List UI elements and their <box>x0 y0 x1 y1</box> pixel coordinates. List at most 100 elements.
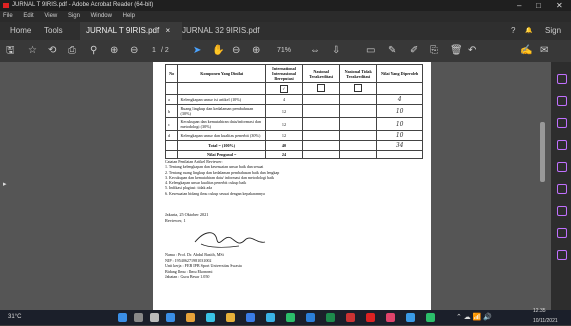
zoom-app-icon[interactable] <box>406 313 415 322</box>
table-row: b Ruang lingkup dan kedalaman pembahasan… <box>164 104 423 118</box>
zoom-out-icon[interactable]: ⊖ <box>232 40 240 62</box>
menu-window[interactable]: Window <box>91 13 112 19</box>
collapse-left-arrow-icon[interactable]: ▸ <box>3 180 7 188</box>
app-icon[interactable] <box>386 313 395 322</box>
email-icon[interactable]: ✉ <box>540 40 548 62</box>
document-viewport[interactable]: No Komponen Yang Dinilai International I… <box>0 62 551 310</box>
checkbox-row: ✓ <box>164 82 423 95</box>
table-header-row: No Komponen Yang Dinilai International I… <box>164 64 423 83</box>
comment-tool-icon[interactable] <box>557 140 567 150</box>
star-icon[interactable]: ☆ <box>28 40 37 62</box>
tab-tools[interactable]: Tools <box>38 22 69 40</box>
row-label: Kecukupan dan kemutahiran data/informasi… <box>177 117 266 131</box>
acrobat-taskbar-icon[interactable] <box>366 313 375 322</box>
mail-icon[interactable] <box>246 313 255 322</box>
whatsapp-icon[interactable] <box>286 313 295 322</box>
combine-files-icon[interactable] <box>557 162 567 172</box>
tab-document-label: JURNAL T 9IRIS.pdf <box>86 26 160 35</box>
row-label: Ruang lingkup dan kedalaman pembahasan (… <box>177 104 266 118</box>
signature-block: Jakarta, 25 Oktober 2021 Reviewer, 1 <box>165 212 365 254</box>
tab-document-active[interactable]: JURNAL T 9IRIS.pdf × <box>80 22 182 40</box>
minimize-button[interactable]: – <box>517 0 521 11</box>
comment-icon[interactable]: ▭ <box>366 40 375 62</box>
col-header-national-unaccredited: Nasional Tidak Terakreditasi <box>339 64 378 83</box>
system-tray-icons[interactable]: ⌃ ☁ 📶 🔊 <box>456 310 492 325</box>
draw-icon[interactable]: ✐ <box>410 40 418 62</box>
menu-file[interactable]: File <box>3 13 13 19</box>
share-icon[interactable]: ⟲ <box>48 40 56 62</box>
row-max: 12 <box>264 117 304 131</box>
row-score: 10 <box>376 130 423 141</box>
vertical-scrollbar[interactable] <box>540 122 545 182</box>
page-number-input[interactable]: 1 <box>152 40 156 62</box>
search-icon[interactable]: ⚲ <box>90 40 97 62</box>
right-tools-panel <box>551 62 571 310</box>
total-max: 40 <box>264 140 304 151</box>
fit-page-icon[interactable]: ⇔ <box>310 40 320 62</box>
delete-icon[interactable]: 🗑 <box>450 40 463 62</box>
zoom-level[interactable]: 71% <box>277 40 291 62</box>
create-pdf-icon[interactable] <box>557 118 567 128</box>
tab-home[interactable]: Home <box>4 22 37 40</box>
excel-icon[interactable] <box>326 313 335 322</box>
store-icon[interactable] <box>266 313 275 322</box>
scroll-mode-icon[interactable]: ⇩ <box>332 40 340 62</box>
table-row: d Kelengkapan unsur dan kualitas penerbi… <box>164 130 423 141</box>
menu-edit[interactable]: Edit <box>23 13 33 19</box>
powerpoint-icon[interactable] <box>346 313 355 322</box>
edit-pdf-icon[interactable] <box>557 96 567 106</box>
line-app-icon[interactable] <box>426 313 435 322</box>
undo-icon[interactable]: ↶ <box>468 40 476 62</box>
clock[interactable]: 12.35 10/11/2021 <box>533 306 558 326</box>
search-taskbar-icon[interactable] <box>134 313 143 322</box>
close-button[interactable]: ✕ <box>556 0 563 11</box>
file-explorer-icon[interactable] <box>226 313 235 322</box>
sign-in-button[interactable]: Sign In <box>539 22 571 53</box>
word-icon[interactable] <box>306 313 315 322</box>
widgets-icon[interactable] <box>166 313 175 322</box>
hand-tool-icon[interactable]: ✋ <box>212 40 224 62</box>
bell-icon[interactable]: 🔔 <box>519 22 538 40</box>
review-score-table: No Komponen Yang Dinilai International I… <box>164 64 423 159</box>
page-down-icon[interactable]: ⊖ <box>130 40 138 62</box>
stamp-icon[interactable]: ⎘ <box>430 40 438 62</box>
table-row: a Kelengkapan unsur isi artikel (10%) 4 … <box>164 94 423 105</box>
organize-pages-icon[interactable] <box>557 184 567 194</box>
reviewer-rank: Jabatan : Guru Besar 1.050 <box>165 274 210 280</box>
zoom-in-icon[interactable]: ⊕ <box>252 40 260 62</box>
checkbox-international: ✓ <box>264 82 304 95</box>
tab-close-icon[interactable]: × <box>165 26 170 35</box>
highlight-pen-icon[interactable]: ✎ <box>388 40 396 62</box>
maximize-button[interactable]: □ <box>536 0 541 11</box>
sign-icon[interactable]: ✍ <box>520 40 532 62</box>
handwritten-signature <box>194 232 266 248</box>
edge-icon[interactable] <box>206 313 215 322</box>
fill-sign-icon[interactable] <box>557 228 567 238</box>
title-bar: JURNAL T 9IRIS.pdf - Adobe Acrobat Reade… <box>0 0 571 11</box>
select-cursor-icon[interactable]: ➤ <box>193 40 201 62</box>
chrome-icon[interactable] <box>186 313 195 322</box>
save-icon[interactable]: 🖫 <box>6 40 15 62</box>
col-header-national-accredited: Nasional Terakreditasi <box>302 64 341 83</box>
compress-pdf-icon[interactable] <box>557 206 567 216</box>
weather-widget[interactable]: 31°C <box>8 310 21 325</box>
row-label: Kelengkapan unsur isi artikel (10%) <box>177 94 266 105</box>
checkbox-national <box>302 82 341 95</box>
menu-sign[interactable]: Sign <box>68 13 80 19</box>
row-score: 10 <box>376 104 423 118</box>
row-max: 12 <box>264 130 304 141</box>
menu-help[interactable]: Help <box>123 13 135 19</box>
tab-document-2[interactable]: JURNAL 32 9IRIS.pdf <box>176 22 266 40</box>
menu-view[interactable]: View <box>44 13 57 19</box>
page-up-icon[interactable]: ⊕ <box>110 40 118 62</box>
pdf-page: No Komponen Yang Dinilai International I… <box>153 62 431 310</box>
start-menu-icon[interactable] <box>118 313 127 322</box>
total-score: 34 <box>376 140 423 151</box>
task-view-icon[interactable] <box>150 313 159 322</box>
print-icon[interactable]: ⎙ <box>68 40 76 62</box>
pengusul-row: Nilai Pengusul = 24 <box>164 150 423 159</box>
pengusul-max: 24 <box>264 150 304 159</box>
windows-taskbar: 31°C ⌃ ☁ 📶 🔊 12.35 10/11/2021 <box>0 308 571 325</box>
more-tools-icon[interactable] <box>557 250 567 260</box>
export-pdf-icon[interactable] <box>557 74 567 84</box>
